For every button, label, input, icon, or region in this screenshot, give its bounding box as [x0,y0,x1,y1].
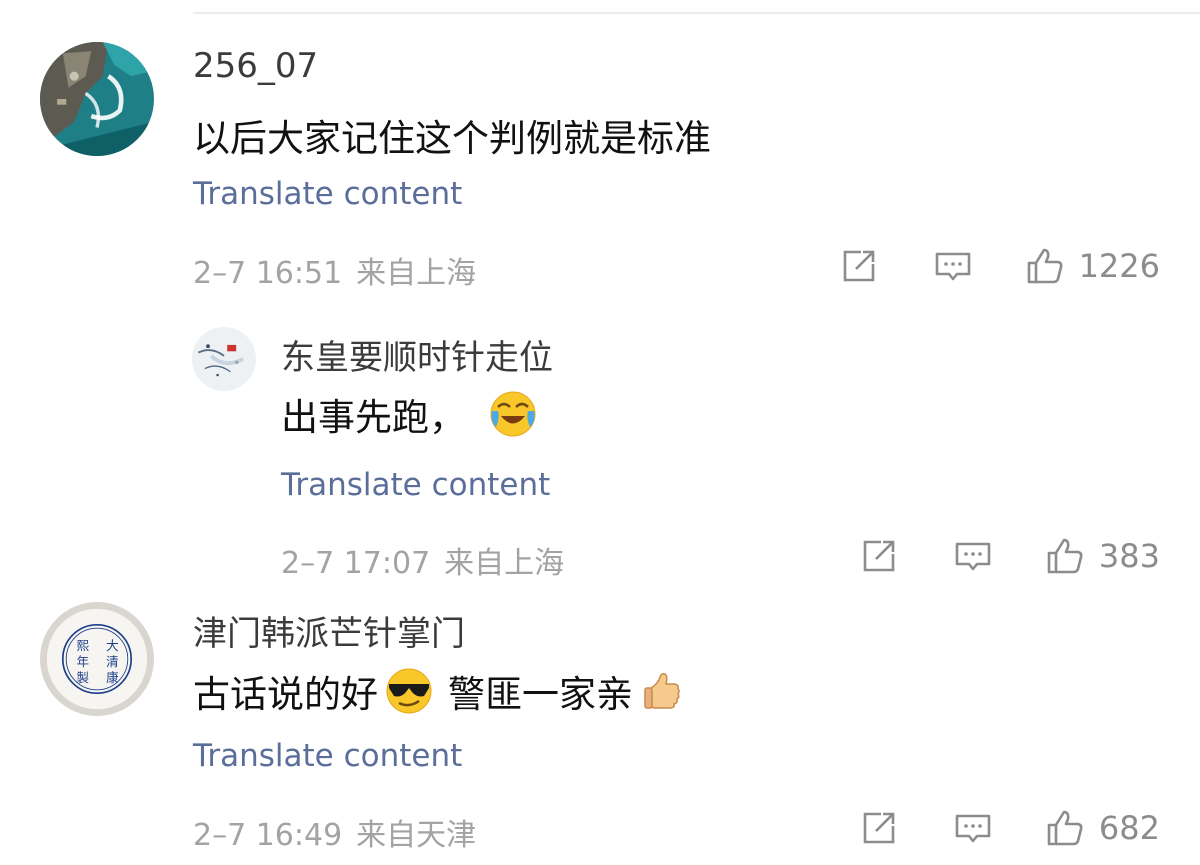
top-divider [193,12,1200,14]
comment-text: 古话说的好 警匪一家亲 [193,664,695,718]
like-button[interactable]: 1226 [1025,246,1160,286]
comment-actions: 682 [859,806,1160,850]
comment-location: 来自上海 [356,256,477,291]
comment-icon[interactable] [933,246,973,286]
like-button[interactable]: 383 [1045,536,1160,576]
reply-time: 2–7 17:07 [281,546,431,581]
thumbs-up-icon [1045,536,1085,576]
seal-char: 熙 [76,638,89,653]
comment-actions: 1226 [839,244,1160,288]
reply-username[interactable]: 东皇要顺时针走位 [281,330,553,379]
comment-icon[interactable] [953,808,993,848]
comment-meta: 2–7 16:49 来自天津 [193,810,476,854]
translate-button[interactable]: Translate content [281,467,550,503]
seal-char: 年 [76,654,89,669]
comment-icon[interactable] [953,536,993,576]
avatar[interactable] [40,42,154,156]
like-count: 1226 [1078,247,1160,285]
seal-char: 清 [106,654,119,669]
comment-time: 2–7 16:51 [193,256,343,291]
comment-text: 以后大家记住这个判例就是标准 [193,117,711,160]
reply-text-body: 出事先跑， [281,396,466,439]
reply-meta: 2–7 17:07 来自上海 [281,538,564,582]
reply-text: 出事先跑， [281,387,546,441]
comment-time: 2–7 16:49 [193,818,343,853]
like-button[interactable]: 682 [1045,808,1160,848]
comment-username[interactable]: 津门韩派芒针掌门 [193,606,465,655]
avatar[interactable] [192,327,256,391]
reply-actions: 383 [859,534,1160,578]
share-icon[interactable] [839,246,879,286]
comment-location: 来自天津 [356,818,477,853]
translate-button[interactable]: Translate content [193,176,462,212]
translate-button[interactable]: Translate content [193,738,462,774]
thumbs-up-emoji-icon [637,666,687,716]
share-icon[interactable] [859,536,899,576]
like-count: 383 [1098,537,1160,575]
comment-username[interactable]: 256_07 [193,46,318,86]
laughing-crying-emoji-icon [488,389,538,439]
thumbs-up-icon [1025,246,1065,286]
share-icon[interactable] [859,808,899,848]
reply-location: 来自上海 [444,546,565,581]
seal-char: 康 [106,670,119,685]
sunglasses-emoji-icon [384,666,434,716]
thumbs-up-icon [1045,808,1085,848]
seal-char: 製 [76,670,89,685]
comment-text-before: 古话说的好 [193,673,378,716]
seal-char: 大 [106,638,119,653]
comment-meta: 2–7 16:51 来自上海 [193,248,476,292]
comment-text-after: 警匪一家亲 [448,673,633,716]
like-count: 682 [1098,809,1160,847]
avatar[interactable]: 大 清 康 熙 年 製 [40,602,154,716]
